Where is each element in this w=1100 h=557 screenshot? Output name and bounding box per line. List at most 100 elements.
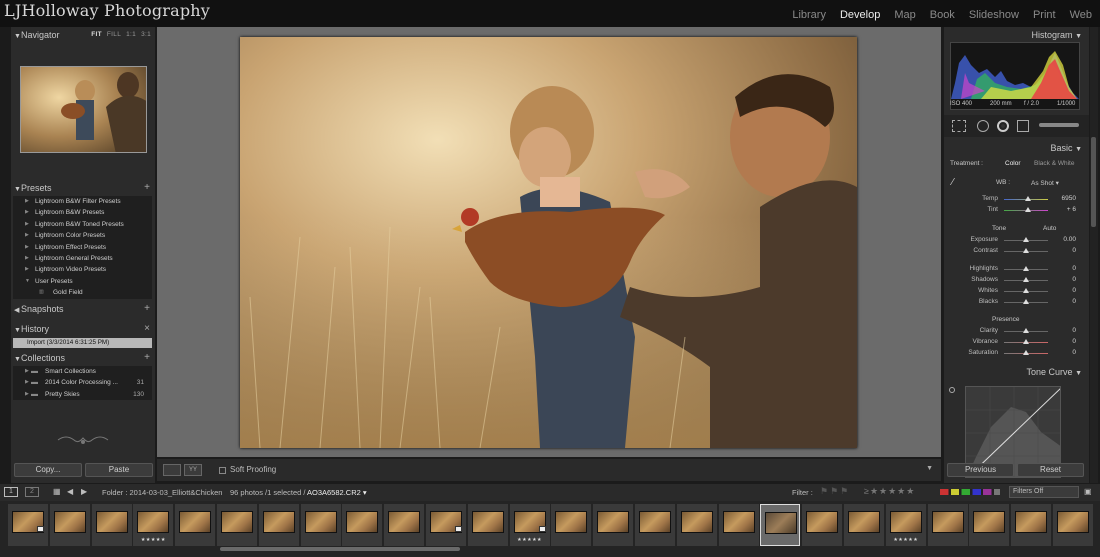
- filmstrip-thumbnail[interactable]: [217, 504, 257, 546]
- filmstrip-thumbnail[interactable]: [342, 504, 383, 546]
- zoom-option-fill[interactable]: FILL: [107, 31, 121, 38]
- filmstrip-thumbnail[interactable]: [49, 504, 90, 546]
- filmstrip-thumbnail[interactable]: ★★★★★: [509, 504, 550, 546]
- basic-header[interactable]: Basic ▼: [944, 142, 1088, 154]
- filmstrip-thumbnail[interactable]: [718, 504, 759, 546]
- filmstrip-thumbnail[interactable]: [969, 504, 1010, 546]
- grid-view-icon[interactable]: ▦: [53, 487, 61, 496]
- module-web[interactable]: Web: [1070, 9, 1092, 21]
- preset-folder[interactable]: ▼ User Presets: [13, 276, 152, 287]
- slider-clarity[interactable]: Clarity 0: [944, 326, 1084, 336]
- add-snapshot-icon[interactable]: +: [144, 303, 150, 315]
- forward-arrow-icon[interactable]: ▶: [81, 487, 87, 496]
- filmstrip-thumbnail[interactable]: ★★★★★: [885, 504, 926, 546]
- module-map[interactable]: Map: [894, 9, 915, 21]
- filmstrip-thumbnail[interactable]: [551, 504, 592, 546]
- slider-knob[interactable]: [1023, 328, 1029, 333]
- filmstrip-thumbnail[interactable]: [802, 504, 843, 546]
- preset-folder[interactable]: ▶ Lightroom B&W Presets: [13, 207, 152, 218]
- slider-highlights[interactable]: Highlights 0: [944, 264, 1084, 274]
- reset-button[interactable]: Reset: [1017, 463, 1084, 477]
- filmstrip-thumbnail[interactable]: [676, 504, 717, 546]
- slider-whites[interactable]: Whites 0: [944, 286, 1084, 296]
- filename-label[interactable]: AO3A6582.CR2 ▾: [307, 488, 367, 497]
- flag-filter-icons[interactable]: ⚑⚑⚑: [820, 486, 850, 497]
- filmstrip-thumbnail[interactable]: [635, 504, 675, 546]
- auto-tone-button[interactable]: Auto: [1043, 225, 1056, 232]
- treatment-bw-option[interactable]: Black & White: [1034, 160, 1074, 167]
- slider-knob[interactable]: [1023, 339, 1029, 344]
- slider-saturation[interactable]: Saturation 0: [944, 348, 1084, 358]
- preset-folder[interactable]: ▶ Lightroom B&W Filter Presets: [13, 196, 152, 207]
- right-panel-scrollbar[interactable]: [1090, 27, 1098, 483]
- slider-knob[interactable]: [1023, 288, 1029, 293]
- loupe-view[interactable]: [157, 27, 941, 457]
- filmstrip-thumbnail[interactable]: ★★★★★: [133, 504, 174, 546]
- slider-knob[interactable]: [1023, 248, 1029, 253]
- zoom-option-3-1[interactable]: 3:1: [141, 31, 151, 38]
- spot-removal-icon[interactable]: [977, 120, 989, 132]
- navigator-preview[interactable]: [20, 66, 147, 153]
- filter-preset-select[interactable]: Filters Off: [1009, 486, 1079, 498]
- filmstrip-scrollbar[interactable]: [220, 547, 460, 551]
- slider-contrast[interactable]: Contrast 0: [944, 246, 1084, 256]
- histogram[interactable]: [950, 42, 1080, 110]
- folder-source-label[interactable]: Folder : 2014-03-03_Elliott&Chicken: [102, 488, 222, 497]
- secondary-window-button[interactable]: 2: [25, 487, 39, 497]
- slider-knob[interactable]: [1023, 266, 1029, 271]
- filmstrip-thumbnail[interactable]: [258, 504, 299, 546]
- module-book[interactable]: Book: [930, 9, 955, 21]
- primary-window-button[interactable]: 1: [4, 487, 18, 497]
- red-eye-icon[interactable]: [997, 120, 1009, 132]
- white-balance-selector-icon[interactable]: ⁄: [952, 177, 968, 189]
- preset-folder[interactable]: ▶ Lightroom Video Presets: [13, 264, 152, 275]
- slider-knob[interactable]: [1023, 350, 1029, 355]
- module-print[interactable]: Print: [1033, 9, 1056, 21]
- adjustment-brush-icon[interactable]: [1039, 123, 1079, 127]
- zoom-option-1-1[interactable]: 1:1: [126, 31, 136, 38]
- slider-knob[interactable]: [1023, 277, 1029, 282]
- zoom-option-fit[interactable]: FIT: [91, 31, 102, 38]
- filmstrip-thumbnail[interactable]: [467, 504, 508, 546]
- slider-exposure[interactable]: Exposure 0.00: [944, 235, 1084, 245]
- soft-proofing-checkbox[interactable]: [219, 467, 226, 474]
- slider-knob[interactable]: [1023, 299, 1029, 304]
- toolbar-menu-icon[interactable]: ▼: [926, 465, 933, 472]
- preset-folder[interactable]: ▶ Lightroom Color Presets: [13, 230, 152, 241]
- slider-shadows[interactable]: Shadows 0: [944, 275, 1084, 285]
- slider-vibrance[interactable]: Vibrance 0: [944, 337, 1084, 347]
- rating-filter-stars[interactable]: ≥★★★★★: [864, 486, 915, 497]
- filmstrip-thumbnail[interactable]: [927, 504, 968, 546]
- module-develop[interactable]: Develop: [840, 9, 880, 21]
- color-label-filter[interactable]: [940, 489, 1000, 495]
- paste-settings-button[interactable]: Paste: [85, 463, 153, 477]
- preset-folder[interactable]: ▶ Lightroom Effect Presets: [13, 242, 152, 253]
- collection-item[interactable]: ▶ ▬ 2014 Color Processing ... 31: [13, 377, 152, 388]
- slider-blacks[interactable]: Blacks 0: [944, 297, 1084, 307]
- filmstrip-thumbnail[interactable]: [426, 504, 466, 546]
- module-library[interactable]: Library: [792, 9, 826, 21]
- copy-settings-button[interactable]: Copy...: [14, 463, 82, 477]
- scrollbar-thumb[interactable]: [1091, 137, 1096, 227]
- collection-item[interactable]: ▶ ▬ Smart Collections: [13, 366, 152, 377]
- filmstrip-thumbnail[interactable]: [91, 504, 132, 546]
- snapshots-header[interactable]: ◀ Snapshots +: [11, 303, 155, 315]
- filter-lock-icon[interactable]: ▣: [1084, 487, 1092, 496]
- tone-curve-header[interactable]: Tone Curve ▼: [944, 366, 1088, 378]
- treatment-color-option[interactable]: Color: [1005, 160, 1021, 167]
- collection-item[interactable]: ▶ ▬ Pretty Skies 130: [13, 389, 152, 400]
- module-slideshow[interactable]: Slideshow: [969, 9, 1019, 21]
- main-photo[interactable]: [240, 37, 857, 448]
- filmstrip-thumbnail[interactable]: [8, 504, 48, 546]
- add-preset-icon[interactable]: +: [144, 182, 150, 194]
- crop-tool-icon[interactable]: [952, 120, 966, 132]
- history-header[interactable]: ▼History ×: [11, 323, 155, 335]
- clear-history-icon[interactable]: ×: [144, 323, 150, 335]
- targeted-adjustment-icon[interactable]: [949, 387, 955, 393]
- filmstrip-thumbnail[interactable]: [175, 504, 216, 546]
- presets-header[interactable]: ▼Presets +: [11, 182, 155, 194]
- filmstrip-thumbnail[interactable]: [593, 504, 634, 546]
- navigator-header[interactable]: ▼Navigator FIT FILL 1:1 3:1: [11, 29, 155, 41]
- history-item[interactable]: Import (3/3/2014 6:31:25 PM): [13, 338, 152, 348]
- filmstrip-thumbnail[interactable]: [1053, 504, 1093, 546]
